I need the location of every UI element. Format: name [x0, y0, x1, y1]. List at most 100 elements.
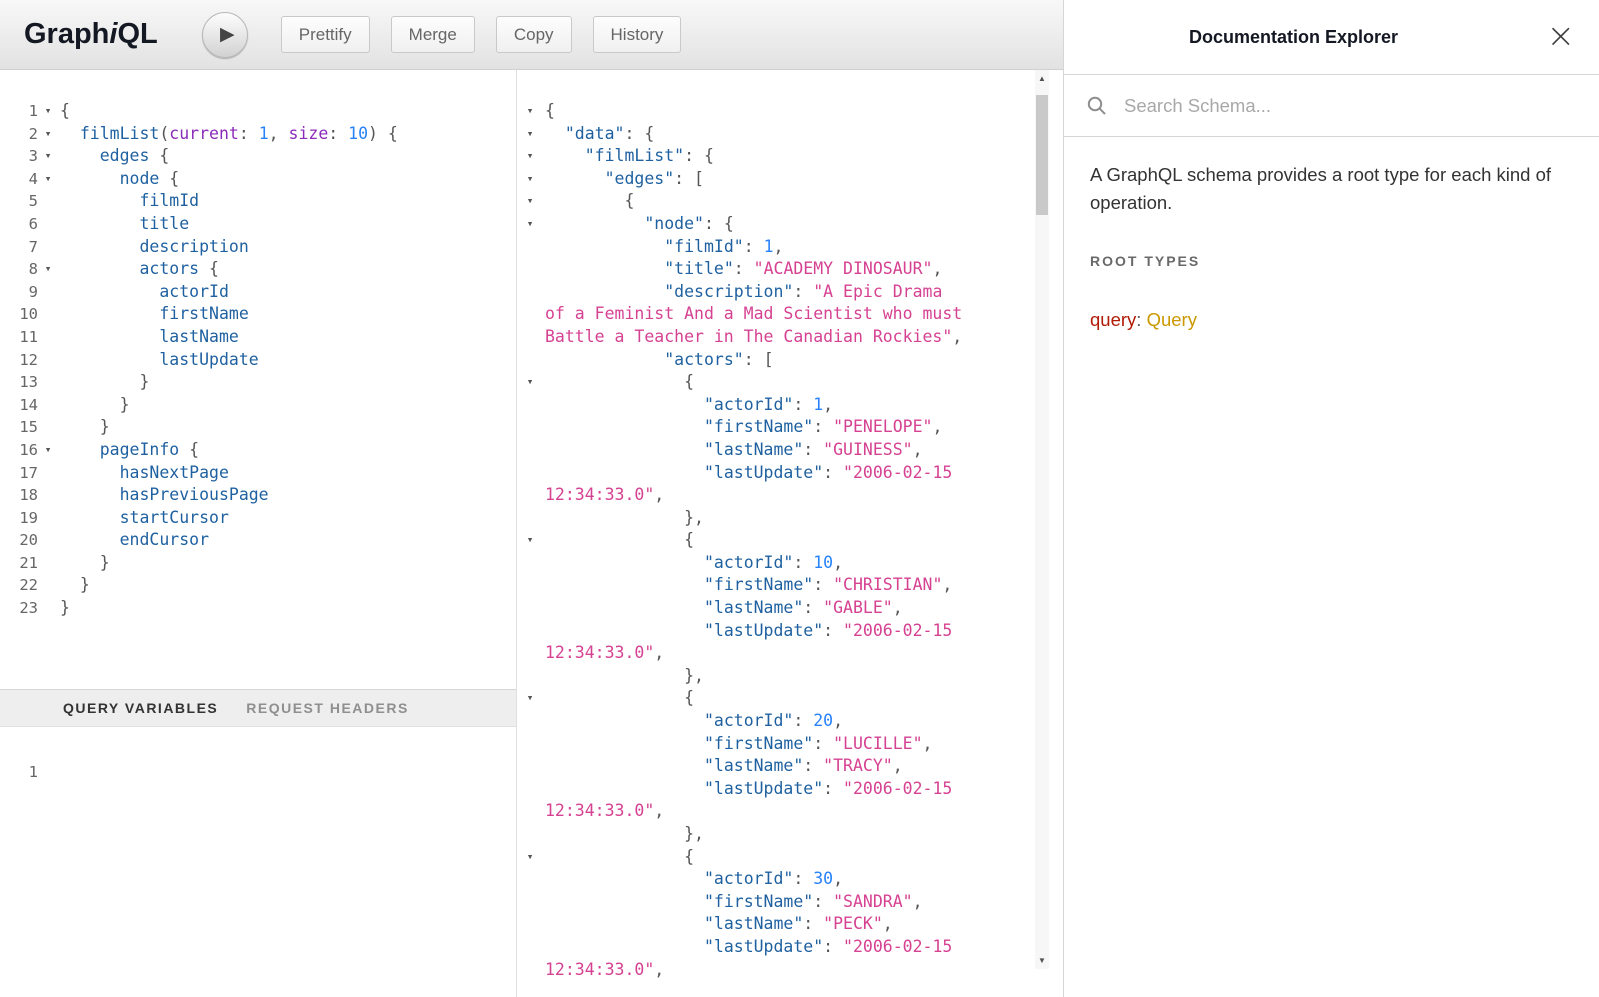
code-text: { — [543, 687, 694, 710]
fold-toggle-icon[interactable]: ▾ — [38, 123, 58, 146]
code-line: ▾ { — [517, 846, 1063, 869]
code-text: title — [58, 213, 189, 236]
code-line: "lastName": "PECK", — [517, 913, 1063, 936]
fold-toggle-icon[interactable]: ▾ — [517, 123, 543, 146]
code-text: "firstName": "LUCILLE", — [543, 733, 932, 756]
tab-request-headers[interactable]: REQUEST HEADERS — [246, 700, 409, 716]
code-line: "lastUpdate": "2006-02-15 — [517, 462, 1063, 485]
query-editor[interactable]: 1▾{2▾ filmList(current: 1, size: 10) {3▾… — [0, 70, 516, 689]
fold-gutter-spacer — [517, 891, 543, 914]
fold-toggle-icon[interactable]: ▾ — [517, 100, 543, 123]
response-scrollbar[interactable]: ▲ ▼ — [1035, 70, 1049, 969]
execute-query-button[interactable]: ▶ — [202, 12, 248, 58]
code-line: 7 description — [0, 236, 516, 259]
docs-content: A GraphQL schema provides a root type fo… — [1064, 137, 1599, 331]
line-number: 2 — [0, 123, 38, 146]
code-line: 4▾ node { — [0, 168, 516, 191]
fold-gutter-spacer — [38, 326, 58, 349]
fold-toggle-icon[interactable]: ▾ — [38, 145, 58, 168]
search-schema-input[interactable] — [1122, 94, 1577, 118]
variables-tab-bar: QUERY VARIABLES REQUEST HEADERS — [0, 689, 516, 727]
fold-gutter-spacer — [517, 913, 543, 936]
code-text: 12:34:33.0", — [543, 642, 664, 665]
line-number: 23 — [0, 597, 38, 620]
code-line: "lastName": "GUINESS", — [517, 439, 1063, 462]
close-icon[interactable]: × — [1547, 14, 1576, 58]
code-line: 23} — [0, 597, 516, 620]
scrollbar-thumb[interactable] — [1036, 95, 1048, 215]
fold-toggle-icon[interactable]: ▾ — [517, 371, 543, 394]
code-line: 19 startCursor — [0, 507, 516, 530]
scroll-up-icon[interactable]: ▲ — [1035, 70, 1049, 87]
code-text: } — [58, 394, 130, 417]
prettify-button[interactable]: Prettify — [281, 16, 370, 53]
code-text: startCursor — [58, 507, 229, 530]
fold-gutter-spacer — [38, 416, 58, 439]
code-line: "firstName": "CHRISTIAN", — [517, 574, 1063, 597]
fold-toggle-icon[interactable]: ▾ — [517, 168, 543, 191]
code-text: { — [543, 846, 694, 869]
code-text: } — [58, 552, 110, 575]
code-line: "filmId": 1, — [517, 236, 1063, 259]
fold-toggle-icon[interactable]: ▾ — [517, 145, 543, 168]
line-number: 17 — [0, 462, 38, 485]
line-number: 20 — [0, 529, 38, 552]
code-line: 11 lastName — [0, 326, 516, 349]
line-number: 22 — [0, 574, 38, 597]
line-number: 10 — [0, 303, 38, 326]
documentation-explorer-panel: Documentation Explorer × A GraphQL schem… — [1063, 0, 1599, 997]
fold-gutter-spacer — [517, 642, 543, 665]
code-text: "filmId": 1, — [543, 236, 783, 259]
code-line: 2▾ filmList(current: 1, size: 10) { — [0, 123, 516, 146]
fold-toggle-icon[interactable]: ▾ — [38, 258, 58, 281]
code-text: "actorId": 1, — [543, 394, 833, 417]
code-text: pageInfo { — [58, 439, 199, 462]
code-line: "lastUpdate": "2006-02-15 — [517, 620, 1063, 643]
merge-button[interactable]: Merge — [391, 16, 475, 53]
line-number: 6 — [0, 213, 38, 236]
fold-toggle-icon[interactable]: ▾ — [38, 439, 58, 462]
code-line: ▾ "node": { — [517, 213, 1063, 236]
editor-section: GraphiQL ▶ Prettify Merge Copy History 1… — [0, 0, 1063, 997]
fold-toggle-icon[interactable]: ▾ — [38, 100, 58, 123]
code-text: { — [543, 371, 694, 394]
code-text: firstName — [58, 303, 249, 326]
line-number: 5 — [0, 190, 38, 213]
fold-gutter-spacer — [517, 778, 543, 801]
code-line: 6 title — [0, 213, 516, 236]
fold-gutter-spacer — [38, 574, 58, 597]
code-text: lastName — [58, 326, 239, 349]
fold-toggle-icon[interactable]: ▾ — [517, 213, 543, 236]
code-line: "actorId": 20, — [517, 710, 1063, 733]
fold-toggle-icon[interactable]: ▾ — [517, 687, 543, 710]
line-number: 16 — [0, 439, 38, 462]
code-text: "lastName": "GABLE", — [543, 597, 903, 620]
tab-query-variables[interactable]: QUERY VARIABLES — [63, 700, 218, 716]
copy-button[interactable]: Copy — [496, 16, 572, 53]
fold-gutter-spacer — [517, 303, 543, 326]
code-text: "actorId": 20, — [543, 710, 843, 733]
code-text: hasPreviousPage — [58, 484, 269, 507]
fold-toggle-icon[interactable]: ▾ — [38, 168, 58, 191]
code-line: 12:34:33.0", — [517, 484, 1063, 507]
fold-toggle-icon[interactable]: ▾ — [517, 846, 543, 869]
code-line: }, — [517, 507, 1063, 530]
fold-gutter-spacer — [517, 823, 543, 846]
root-type-link[interactable]: Query — [1147, 309, 1197, 330]
code-line: ▾ "edges": [ — [517, 168, 1063, 191]
fold-gutter-spacer — [517, 733, 543, 756]
code-line: ▾ { — [517, 529, 1063, 552]
fold-gutter-spacer — [517, 959, 543, 982]
code-line: 1▾{ — [0, 100, 516, 123]
query-variables-editor[interactable]: 1 — [0, 727, 516, 997]
fold-gutter-spacer — [38, 761, 58, 784]
code-line: ▾ "data": { — [517, 123, 1063, 146]
response-pane: ▾{▾ "data": {▾ "filmList": {▾ "edges": [… — [517, 70, 1063, 997]
scroll-down-icon[interactable]: ▼ — [1035, 952, 1049, 969]
history-button[interactable]: History — [593, 16, 682, 53]
code-line: 16▾ pageInfo { — [0, 439, 516, 462]
fold-toggle-icon[interactable]: ▾ — [517, 529, 543, 552]
fold-gutter-spacer — [517, 552, 543, 575]
fold-toggle-icon[interactable]: ▾ — [517, 190, 543, 213]
code-text: "title": "ACADEMY DINOSAUR", — [543, 258, 942, 281]
